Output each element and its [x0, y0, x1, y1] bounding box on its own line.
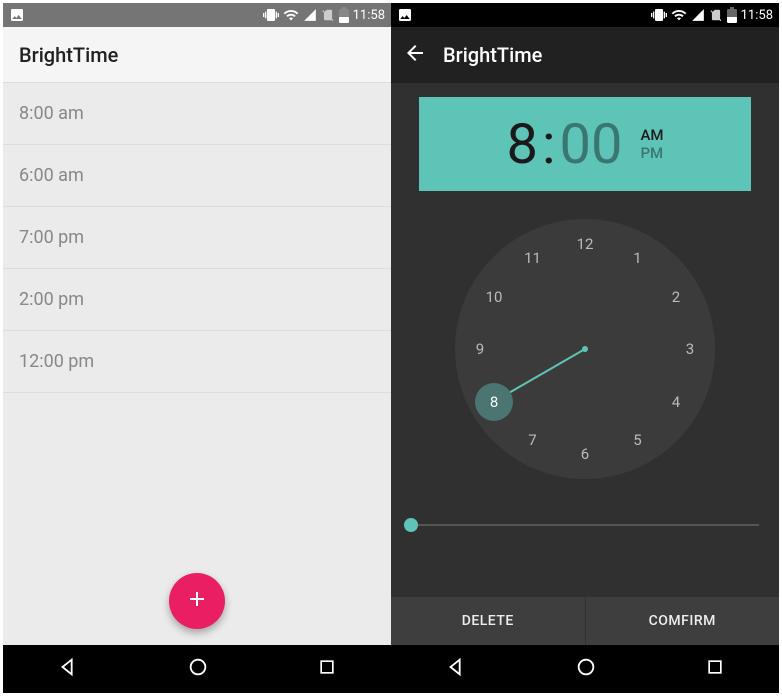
no-sim-icon: [321, 8, 335, 22]
image-icon: [397, 7, 413, 23]
delete-label: DELETE: [462, 613, 514, 629]
clock-center: [582, 346, 588, 352]
list-item-label: 6:00 am: [19, 165, 84, 186]
list-item[interactable]: 8:00 am: [3, 83, 391, 145]
phone-screen-list: 11:58 BrightTime 8:00 am 6:00 am 7:00 pm…: [3, 3, 391, 693]
hour-value[interactable]: 8: [506, 111, 537, 177]
no-sim-icon: [709, 8, 723, 22]
clock-number[interactable]: 10: [478, 281, 510, 313]
clock-number[interactable]: 11: [517, 242, 549, 274]
brightness-slider[interactable]: [411, 515, 759, 535]
minute-value[interactable]: 00: [560, 111, 623, 177]
list-item-label: 8:00 am: [19, 103, 84, 124]
am-option[interactable]: AM: [640, 126, 663, 144]
list-item[interactable]: 7:00 pm: [3, 207, 391, 269]
clock-number[interactable]: 2: [660, 281, 692, 313]
nav-back-button[interactable]: [445, 656, 467, 682]
clock-number[interactable]: 9: [464, 333, 496, 365]
status-bar: 11:58: [391, 3, 779, 27]
list-item-label: 2:00 pm: [19, 289, 84, 310]
app-bar: BrightTime: [391, 27, 779, 83]
status-bar: 11:58: [3, 3, 391, 27]
signal-icon: [691, 8, 705, 22]
clock-number-selected[interactable]: 8: [475, 383, 513, 421]
clock-number[interactable]: 4: [660, 386, 692, 418]
time-colon: :: [542, 111, 556, 177]
clock-number[interactable]: 1: [622, 242, 654, 274]
clock-number[interactable]: 12: [569, 228, 601, 260]
wifi-icon: [671, 7, 687, 23]
vibrate-icon: [263, 7, 279, 23]
button-row: DELETE COMFIRM: [391, 597, 779, 645]
confirm-label: COMFIRM: [649, 613, 716, 629]
time-list: 8:00 am 6:00 am 7:00 pm 2:00 pm 12:00 pm: [3, 83, 391, 393]
nav-home-button[interactable]: [575, 656, 597, 682]
app-title: BrightTime: [443, 43, 542, 67]
add-button[interactable]: [169, 573, 225, 629]
status-time: 11:58: [741, 8, 773, 23]
confirm-button[interactable]: COMFIRM: [586, 597, 780, 645]
ampm-toggle: AM PM: [640, 126, 663, 162]
nav-bar: [391, 645, 779, 693]
delete-button[interactable]: DELETE: [391, 597, 585, 645]
battery-icon: [727, 7, 737, 23]
app-bar: BrightTime: [3, 27, 391, 83]
battery-icon: [339, 7, 349, 23]
clock-number[interactable]: 7: [517, 424, 549, 456]
list-item[interactable]: 6:00 am: [3, 145, 391, 207]
nav-recent-button[interactable]: [317, 657, 337, 681]
nav-bar: [3, 645, 391, 693]
clock-face[interactable]: 12 12 3 45678 9 1011: [455, 219, 715, 479]
nav-back-button[interactable]: [57, 656, 79, 682]
nav-home-button[interactable]: [187, 656, 209, 682]
phone-screen-picker: 11:58 BrightTime 8 : 00 AM PM 1212345678…: [391, 3, 779, 693]
plus-icon: [185, 585, 209, 618]
slider-track: [411, 524, 759, 526]
clock-number[interactable]: 5: [622, 424, 654, 456]
list-item-label: 7:00 pm: [19, 227, 84, 248]
signal-icon: [303, 8, 317, 22]
nav-recent-button[interactable]: [705, 657, 725, 681]
clock-number[interactable]: 3: [674, 333, 706, 365]
clock-number[interactable]: 6: [569, 438, 601, 470]
status-time: 11:58: [353, 8, 385, 23]
pm-option[interactable]: PM: [640, 144, 663, 162]
wifi-icon: [283, 7, 299, 23]
vibrate-icon: [651, 7, 667, 23]
list-item[interactable]: 2:00 pm: [3, 269, 391, 331]
back-button[interactable]: [403, 41, 427, 70]
slider-thumb[interactable]: [404, 518, 418, 532]
image-icon: [9, 7, 25, 23]
list-item[interactable]: 12:00 pm: [3, 331, 391, 393]
clock-face-wrap: 12 12 3 45678 9 1011: [391, 219, 779, 479]
time-display: 8 : 00 AM PM: [419, 97, 751, 191]
app-title: BrightTime: [19, 43, 118, 67]
list-item-label: 12:00 pm: [19, 351, 94, 372]
